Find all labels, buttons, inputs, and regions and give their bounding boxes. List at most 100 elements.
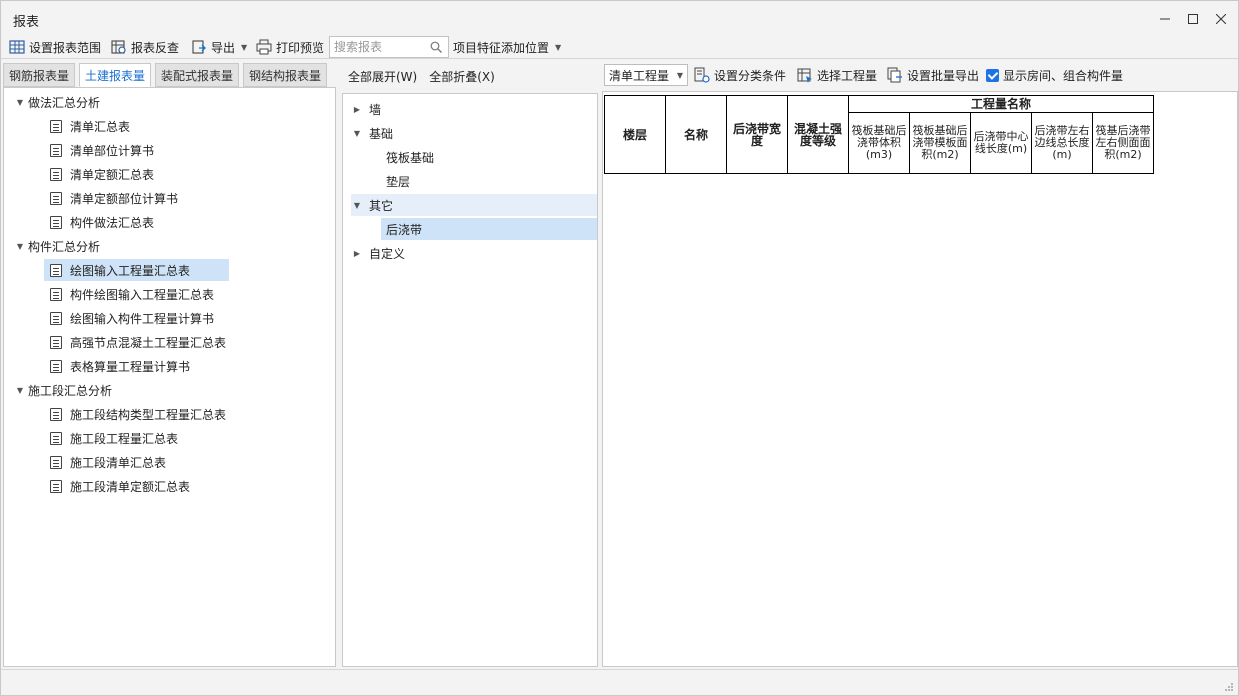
- document-icon: [50, 263, 62, 277]
- tab-civil-report[interactable]: 土建报表量: [79, 63, 151, 87]
- document-icon: [50, 167, 62, 181]
- feature-position-dropdown[interactable]: 项目特征添加位置 ▼: [453, 37, 561, 57]
- tree-item-label: 构件绘图输入工程量汇总表: [70, 287, 215, 302]
- table-search-icon: [111, 40, 126, 54]
- mid-tree-label: 基础: [369, 126, 394, 141]
- collapse-all-button[interactable]: 全部折叠(X): [429, 68, 495, 85]
- window-title: 报表: [13, 15, 40, 30]
- report-table: 楼层 名称 后浇带宽度 混凝土强度等级 工程量名称 筏板基础后浇带体积(m3) …: [604, 95, 1154, 174]
- minimize-button[interactable]: [1151, 7, 1179, 31]
- search-input[interactable]: [330, 37, 426, 57]
- tree-group-label: 构件汇总分析: [28, 239, 101, 254]
- document-icon: [50, 215, 62, 229]
- print-preview-button[interactable]: 打印预览: [256, 37, 324, 57]
- mid-tree-label: 后浇带: [386, 222, 423, 237]
- report-tree-panel: ▼ 做法汇总分析 清单汇总表 清单部位计算书 清单定额汇总表 清单定额部位计算书…: [3, 87, 336, 667]
- quantity-type-select[interactable]: 清单工程量 ▼: [604, 64, 688, 86]
- mid-tree-item-cushion[interactable]: 垫层: [386, 170, 410, 192]
- caret-down-icon[interactable]: ▼: [14, 242, 26, 251]
- export-button[interactable]: 导出 ▼: [191, 37, 247, 57]
- report-reverse-check-button[interactable]: 报表反查: [111, 37, 179, 57]
- tree-group-component[interactable]: ▼ 构件汇总分析: [14, 235, 100, 257]
- print-preview-label: 打印预览: [276, 40, 325, 55]
- expand-all-button[interactable]: 全部展开(W): [348, 68, 417, 85]
- tree-group-section[interactable]: ▼ 施工段汇总分析: [14, 379, 112, 401]
- set-category-button[interactable]: 设置分类条件: [694, 65, 786, 85]
- checkbox-checked-icon[interactable]: [986, 68, 999, 82]
- search-box[interactable]: [329, 36, 449, 58]
- show-rooms-checkbox[interactable]: 显示房间、组合构件量: [986, 65, 1123, 85]
- mid-tree-label: 垫层: [386, 174, 411, 189]
- tree-item[interactable]: 施工段工程量汇总表: [50, 427, 178, 449]
- caret-down-icon[interactable]: ▼: [351, 201, 363, 210]
- mid-tree-item-post-pour[interactable]: 后浇带: [381, 218, 597, 240]
- tree-item-label: 施工段结构类型工程量汇总表: [70, 407, 227, 422]
- tree-item[interactable]: 清单部位计算书: [50, 139, 154, 161]
- mid-tree-item-other[interactable]: ▼ 其它: [351, 194, 597, 216]
- tree-item[interactable]: 构件绘图输入工程量汇总表: [50, 283, 214, 305]
- table-select-icon: [797, 68, 812, 83]
- caret-right-icon[interactable]: ▶: [351, 105, 363, 114]
- tree-group-method[interactable]: ▼ 做法汇总分析: [14, 91, 100, 113]
- header-col-3: 后浇带中心线长度(m): [970, 112, 1032, 174]
- tab-steel-report[interactable]: 钢结构报表量: [243, 63, 327, 87]
- caret-down-icon[interactable]: ▼: [14, 386, 26, 395]
- caret-down-icon[interactable]: ▼: [14, 98, 26, 107]
- tree-item[interactable]: 清单定额部位计算书: [50, 187, 178, 209]
- resize-grip-icon[interactable]: [1224, 682, 1234, 692]
- tree-group-label: 施工段汇总分析: [28, 383, 113, 398]
- tree-item-selected[interactable]: 绘图输入工程量汇总表: [44, 259, 229, 281]
- mid-tree-item-foundation[interactable]: ▼ 基础: [351, 122, 393, 144]
- tree-item[interactable]: 绘图输入构件工程量计算书: [50, 307, 214, 329]
- tree-item[interactable]: 清单定额汇总表: [50, 163, 154, 185]
- header-concrete-grade: 混凝土强度等级: [787, 95, 849, 174]
- report-window: 报表 设置报表范围 报表反查 导出 ▼ 打印预览 搜索报表 项目特征添加位置 ▼…: [0, 0, 1239, 696]
- tree-item-label: 清单汇总表: [70, 119, 131, 134]
- document-icon: [50, 311, 62, 325]
- search-icon[interactable]: [430, 41, 442, 53]
- document-icon: [50, 191, 62, 205]
- document-icon: [50, 359, 62, 373]
- maximize-button[interactable]: [1179, 7, 1207, 31]
- close-button[interactable]: [1207, 7, 1235, 31]
- document-icon: [50, 287, 62, 301]
- report-reverse-check-label: 报表反查: [131, 40, 180, 55]
- mid-tree-item-custom[interactable]: ▶ 自定义: [351, 242, 405, 264]
- document-icon: [50, 407, 62, 421]
- export-icon: [192, 40, 206, 54]
- chevron-down-icon: ▼: [555, 42, 562, 52]
- header-col-4: 后浇带左右边线总长度(m): [1031, 112, 1093, 174]
- title-bar: 报表: [1, 1, 1238, 33]
- tab-prefab-report[interactable]: 装配式报表量: [155, 63, 239, 87]
- set-report-range-label: 设置报表范围: [29, 40, 102, 55]
- header-name: 名称: [665, 95, 727, 174]
- header-col-1: 筏板基础后浇带体积(m3): [848, 112, 910, 174]
- caret-right-icon[interactable]: ▶: [351, 249, 363, 258]
- export-label: 导出: [211, 40, 236, 55]
- tree-item[interactable]: 施工段清单定额汇总表: [50, 475, 190, 497]
- tree-item[interactable]: 施工段清单汇总表: [50, 451, 166, 473]
- batch-export-button[interactable]: 设置批量导出: [887, 65, 979, 85]
- caret-down-icon[interactable]: ▼: [351, 129, 363, 138]
- chevron-down-icon: ▼: [241, 42, 248, 52]
- mid-tree-item-wall[interactable]: ▶ 墙: [351, 98, 381, 120]
- mid-tree-label: 自定义: [369, 246, 406, 261]
- tree-item[interactable]: 高强节点混凝土工程量汇总表: [50, 331, 226, 353]
- tree-item-label: 构件做法汇总表: [70, 215, 155, 230]
- main-toolbar: [1, 33, 1238, 59]
- tab-rebar-report[interactable]: 钢筋报表量: [3, 63, 75, 87]
- batch-export-icon: [887, 67, 902, 83]
- select-quantity-button[interactable]: 选择工程量: [797, 65, 877, 85]
- mid-tree-item-raft[interactable]: 筏板基础: [386, 146, 434, 168]
- tree-item[interactable]: 表格算量工程量计算书: [50, 355, 190, 377]
- set-report-range-button[interactable]: 设置报表范围: [9, 37, 101, 57]
- tree-item[interactable]: 清单汇总表: [50, 115, 130, 137]
- header-col-2: 筏板基础后浇带模板面积(m2): [909, 112, 971, 174]
- header-col-5: 筏基后浇带左右侧面面积(m2): [1092, 112, 1154, 174]
- batch-export-label: 设置批量导出: [907, 68, 980, 83]
- chevron-down-icon: ▼: [676, 70, 683, 80]
- report-toolbar: 清单工程量 ▼ 设置分类条件 选择工程量 设置批量导出 显示房间、组合构件量: [604, 62, 1238, 90]
- tree-item[interactable]: 施工段结构类型工程量汇总表: [50, 403, 226, 425]
- tree-item[interactable]: 构件做法汇总表: [50, 211, 154, 233]
- tree-item-label: 清单定额汇总表: [70, 167, 155, 182]
